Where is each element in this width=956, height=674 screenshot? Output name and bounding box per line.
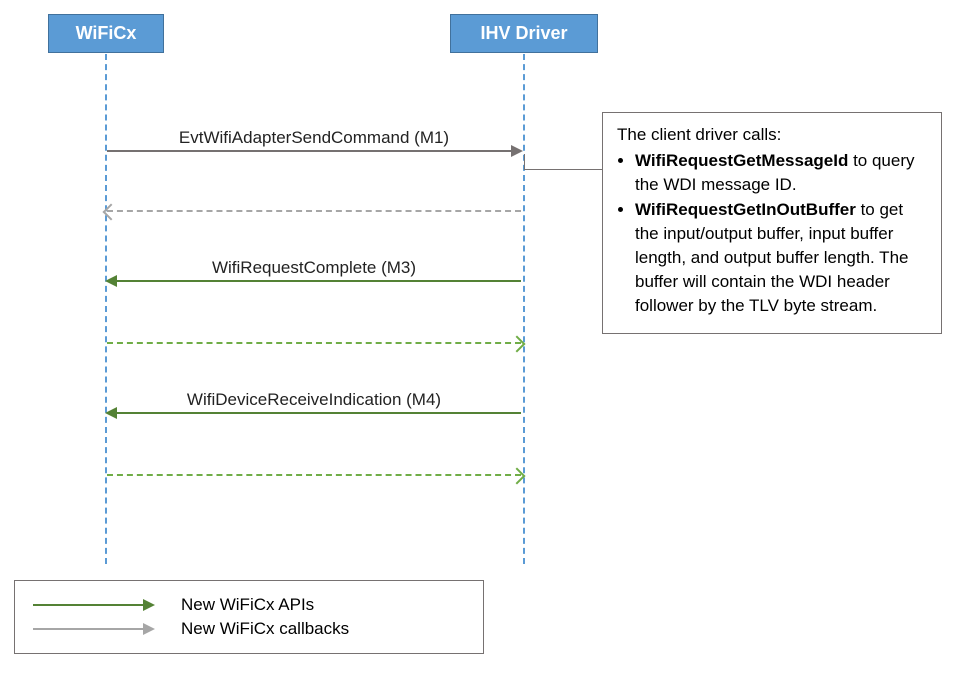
actor-wificx: WiFiCx bbox=[48, 14, 164, 53]
legend-arrow-green bbox=[33, 604, 153, 606]
message-m4-return bbox=[107, 474, 521, 476]
legend-row-apis: New WiFiCx APIs bbox=[33, 595, 465, 615]
lifeline-ihv bbox=[523, 54, 525, 564]
message-m3-return bbox=[107, 342, 521, 344]
message-m1-return bbox=[107, 210, 521, 212]
legend-label-apis: New WiFiCx APIs bbox=[181, 595, 314, 615]
arrowhead-right-icon bbox=[511, 145, 523, 157]
note-box: The client driver calls: WifiRequestGetM… bbox=[602, 112, 942, 334]
legend-label-callbacks: New WiFiCx callbacks bbox=[181, 619, 349, 639]
note-item-1-bold: WifiRequestGetMessageId bbox=[635, 151, 848, 170]
arrowhead-left-icon bbox=[105, 275, 117, 287]
arrowhead-right-icon bbox=[143, 623, 155, 635]
message-m3: WifiRequestComplete (M3) bbox=[107, 258, 521, 282]
note-title: The client driver calls: bbox=[617, 123, 927, 147]
actor-ihv: IHV Driver bbox=[450, 14, 598, 53]
note-item-1: WifiRequestGetMessageId to query the WDI… bbox=[635, 149, 927, 197]
message-m4-label: WifiDeviceReceiveIndication (M4) bbox=[107, 390, 521, 410]
arrowhead-right-icon bbox=[143, 599, 155, 611]
note-connector bbox=[524, 154, 602, 170]
legend: New WiFiCx APIs New WiFiCx callbacks bbox=[14, 580, 484, 654]
legend-arrow-gray bbox=[33, 628, 153, 630]
arrowhead-left-icon bbox=[105, 407, 117, 419]
message-m3-label: WifiRequestComplete (M3) bbox=[107, 258, 521, 278]
legend-row-callbacks: New WiFiCx callbacks bbox=[33, 619, 465, 639]
message-m4: WifiDeviceReceiveIndication (M4) bbox=[107, 390, 521, 414]
note-item-2-bold: WifiRequestGetInOutBuffer bbox=[635, 200, 856, 219]
message-m1-label: EvtWifiAdapterSendCommand (M1) bbox=[107, 128, 521, 148]
note-item-2: WifiRequestGetInOutBuffer to get the inp… bbox=[635, 198, 927, 317]
message-m1: EvtWifiAdapterSendCommand (M1) bbox=[107, 128, 521, 152]
